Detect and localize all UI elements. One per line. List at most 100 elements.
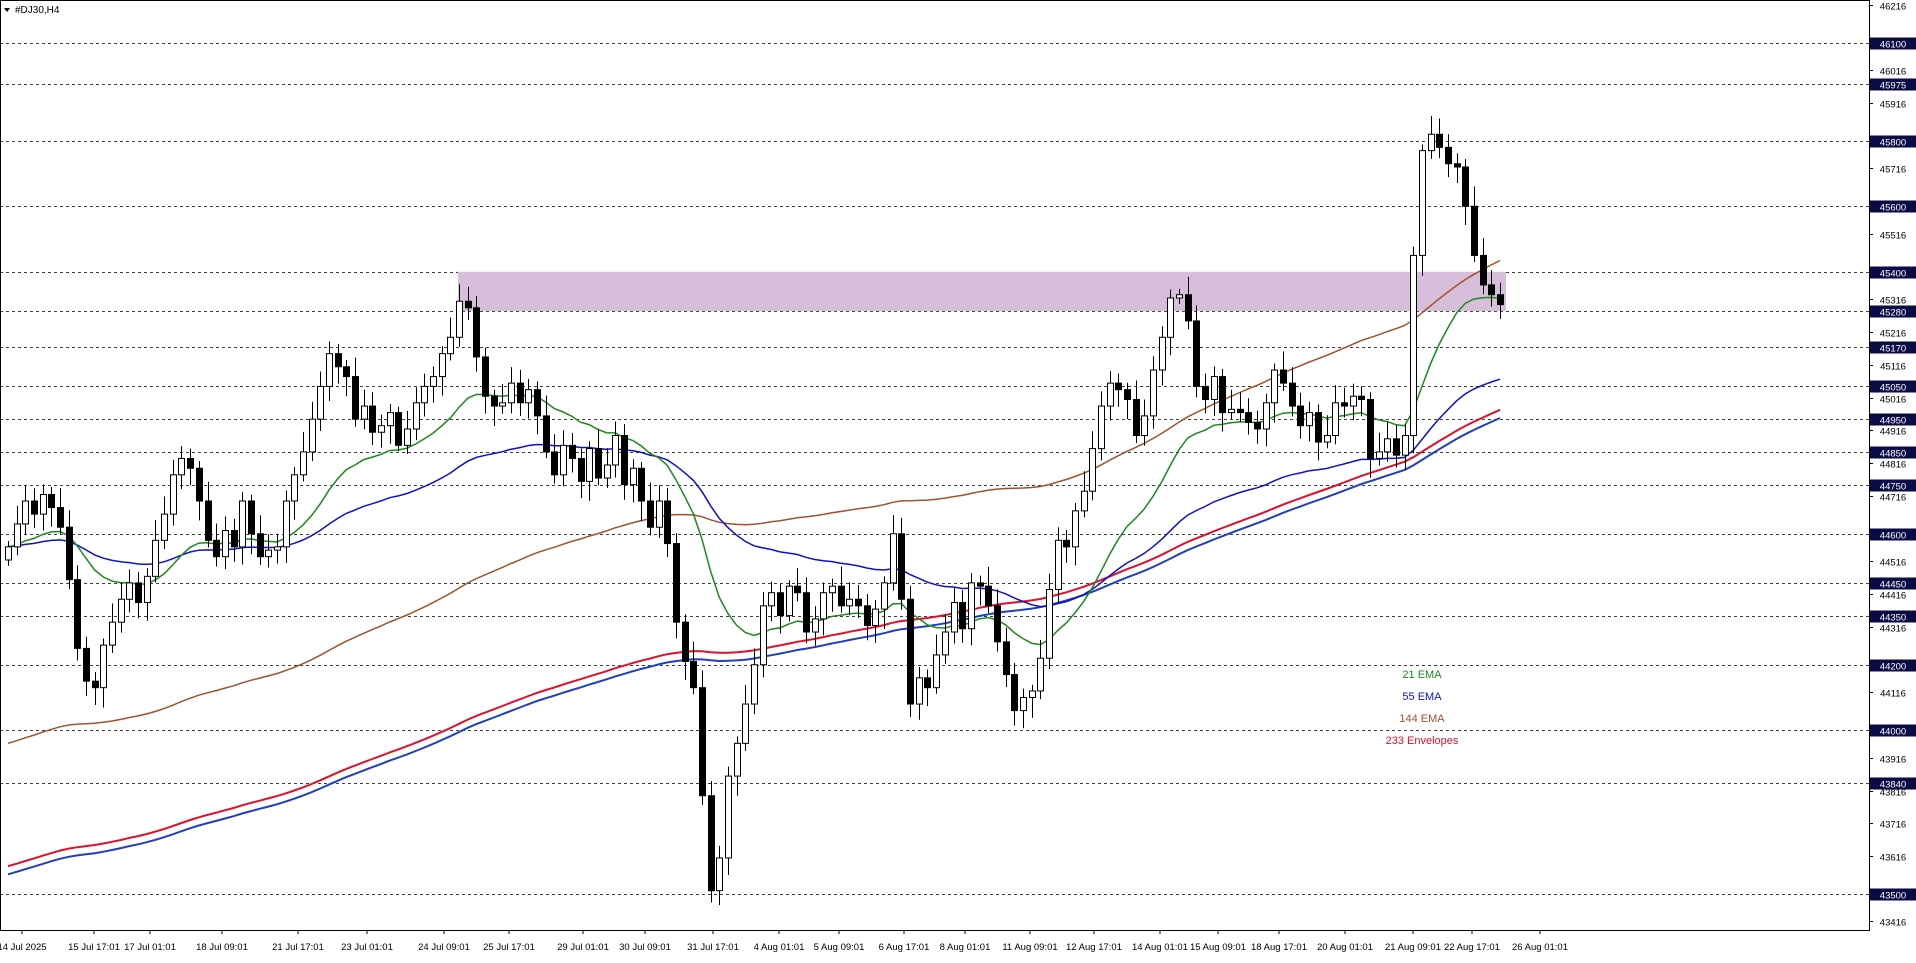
indicator-legend: 21 EMA 55 EMA 144 EMA 233 Envelopes xyxy=(1386,669,1459,747)
candle-bull xyxy=(951,602,958,633)
candle-bull xyxy=(1324,435,1331,443)
candle-bull xyxy=(499,402,506,407)
triangle-down-icon[interactable] xyxy=(4,8,10,12)
legend-item: 233 Envelopes xyxy=(1386,735,1459,747)
candle-bull xyxy=(1332,402,1339,437)
candle-bear xyxy=(898,533,905,600)
candle-bear xyxy=(335,353,342,368)
candle-bull xyxy=(170,474,177,515)
x-tick-label: 14 Aug 01:01 xyxy=(1132,942,1188,953)
x-tick-label: 26 Aug 01:01 xyxy=(1512,942,1568,953)
candle-bull xyxy=(560,444,567,476)
candle-bull xyxy=(846,598,853,607)
time-axis[interactable]: 14 Jul 2025 15 Jul 17:01 17 Jul 01:01 18 Ju… xyxy=(0,930,1568,953)
candle-bear xyxy=(699,687,706,797)
candle-bear xyxy=(57,507,64,528)
x-tick-label: 14 Jul 2025 xyxy=(0,942,47,953)
candle-bull xyxy=(933,654,940,689)
candle-bull xyxy=(456,300,463,338)
candle-bull xyxy=(40,493,47,515)
candle-bear xyxy=(551,451,558,476)
candle-bear xyxy=(682,621,689,662)
candle-bull xyxy=(812,618,819,633)
x-tick-label: 12 Aug 17:01 xyxy=(1066,942,1122,953)
candle-bull xyxy=(1098,405,1105,450)
candle-bear xyxy=(491,395,498,407)
price-axis[interactable]: 46100 45975 45800 45600 45400 45280 45170 45050… xyxy=(1869,2,1916,929)
candle-bear xyxy=(924,677,931,689)
candle-bull xyxy=(309,418,316,453)
x-tick-label: 18 Aug 17:01 xyxy=(1251,942,1307,953)
candle-bear xyxy=(1436,133,1443,148)
candle-bull xyxy=(1211,376,1218,401)
candle-bear xyxy=(621,435,628,486)
candle-bull xyxy=(1150,369,1157,417)
candle-bull xyxy=(1384,438,1391,453)
candle-bull xyxy=(1020,697,1027,712)
candle-bull xyxy=(1141,415,1148,437)
candle-bull xyxy=(161,513,168,541)
candle-bull xyxy=(421,385,428,404)
price-level-label: 44600 xyxy=(1880,531,1906,542)
candle-bear xyxy=(803,592,810,633)
ema21-line xyxy=(7,296,1501,646)
candle-bear xyxy=(1462,166,1469,207)
price-level-label: 45975 xyxy=(1880,81,1906,92)
candle-bear xyxy=(74,579,81,649)
candle-bull xyxy=(881,582,888,610)
price-level-label: 44350 xyxy=(1880,613,1906,624)
y-tick-label: 44916 xyxy=(1880,427,1906,438)
candle-bull xyxy=(387,412,394,427)
candle-bull xyxy=(413,402,420,430)
candle-bull xyxy=(872,608,879,626)
price-chart[interactable]: 46100 45975 45800 45600 45400 45280 45170 45050… xyxy=(0,0,1916,963)
x-tick-label: 15 Aug 09:01 xyxy=(1190,942,1246,953)
candle-bull xyxy=(829,585,836,594)
candle-bull xyxy=(1046,588,1053,659)
envelope-lower-line xyxy=(7,417,1501,876)
price-level-label: 44000 xyxy=(1880,727,1906,738)
x-tick-label: 31 Jul 17:01 xyxy=(687,942,739,953)
x-tick-label: 8 Aug 01:01 xyxy=(940,942,991,953)
price-gridlines xyxy=(0,43,1869,895)
candle-bull xyxy=(265,549,272,558)
y-tick-label: 45016 xyxy=(1880,395,1906,406)
y-tick-label: 44116 xyxy=(1880,689,1906,700)
price-level-label: 45050 xyxy=(1880,383,1906,394)
candle-bear xyxy=(1193,320,1200,387)
candle-bear xyxy=(1488,284,1495,296)
candle-bear xyxy=(66,526,73,581)
envelope-upper-line xyxy=(7,408,1501,868)
candle-bull xyxy=(586,448,593,482)
candle-bull xyxy=(447,336,454,355)
candle-bull xyxy=(361,405,368,420)
y-tick-label: 46216 xyxy=(1880,2,1906,13)
candle-bull xyxy=(1410,254,1417,437)
x-tick-label: 4 Aug 01:01 xyxy=(754,942,805,953)
candle-bear xyxy=(31,500,38,515)
candle-bear xyxy=(1245,412,1252,423)
candle-bull xyxy=(1306,412,1313,427)
candle-bull xyxy=(1037,657,1044,692)
candle-bull xyxy=(317,385,324,420)
symbol-title: #DJ30,H4 xyxy=(15,5,60,16)
candles xyxy=(5,115,1504,906)
candle-bear xyxy=(673,543,680,623)
y-tick-label: 44516 xyxy=(1880,558,1906,569)
candle-bull xyxy=(152,539,159,577)
candle-bear xyxy=(231,529,238,548)
candle-bull xyxy=(1350,395,1357,407)
chart-title: #DJ30,H4 xyxy=(4,5,60,16)
candle-bull xyxy=(968,582,975,630)
candle-bull xyxy=(508,382,515,404)
resistance-zone xyxy=(458,271,1506,312)
candle-bull xyxy=(1376,451,1383,459)
candle-bull xyxy=(1107,382,1114,407)
y-tick-label: 43416 xyxy=(1880,918,1906,929)
candle-bull xyxy=(656,500,663,528)
candle-bull xyxy=(916,677,923,705)
candle-bear xyxy=(994,605,1001,643)
candle-bull xyxy=(283,500,290,548)
y-tick-label: 45516 xyxy=(1880,231,1906,242)
candle-bull xyxy=(1072,510,1079,548)
